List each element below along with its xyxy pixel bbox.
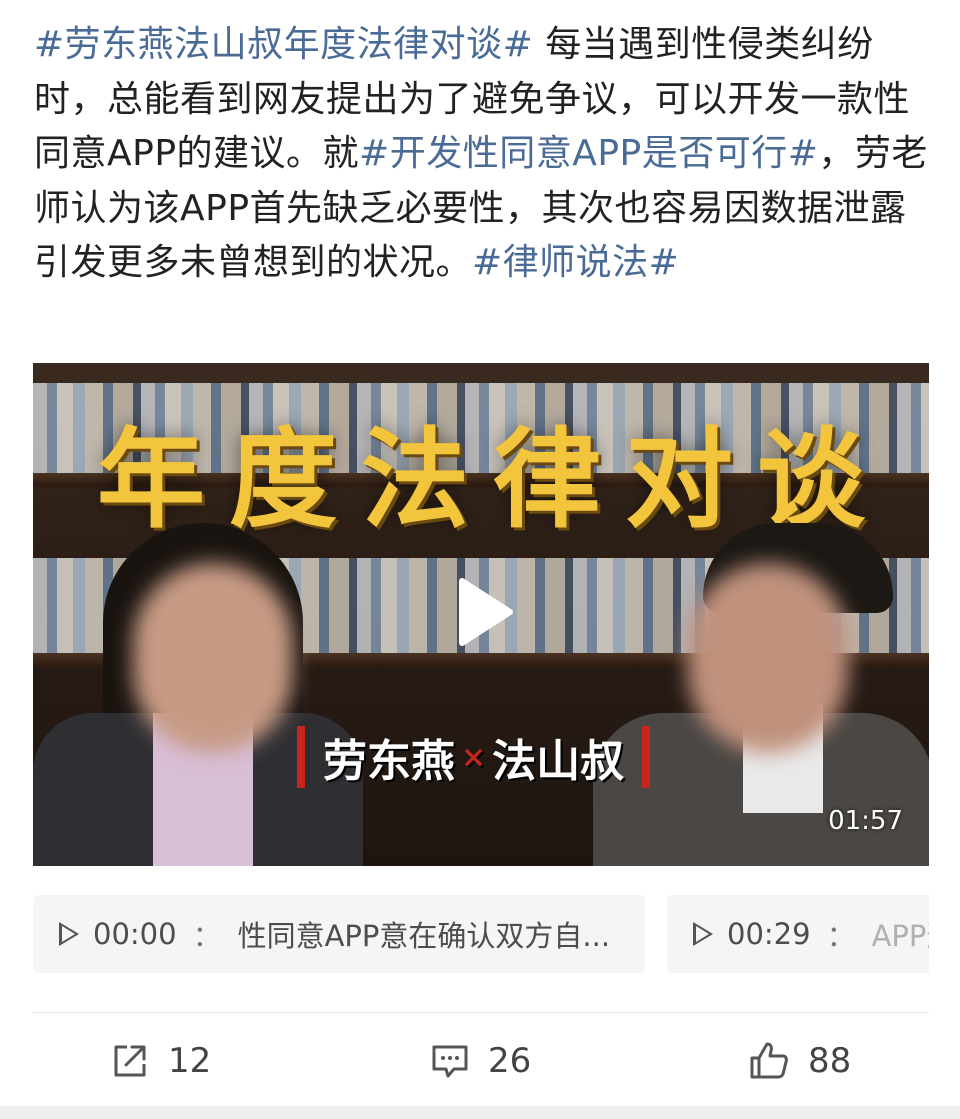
chapter-time: 00:29 [727,917,811,951]
comment-button[interactable]: 26 [430,1030,531,1092]
guest-left [33,513,363,866]
share-button[interactable]: 12 [110,1030,211,1092]
play-triangle-icon [693,922,713,946]
play-triangle-icon [59,922,79,946]
hashtag-lawyer-talk[interactable]: #律师说法# [472,242,679,283]
bottom-strip [0,1106,960,1119]
video-player[interactable]: 年度法律对谈 劳东燕 × 法山叔 01:57 [33,363,929,866]
hashtag-annual-talk[interactable]: #劳东燕法山叔年度法律对谈# [34,24,533,65]
share-icon [114,1045,146,1077]
chapter-description: 性同意APP意在确认双方自... [237,919,611,953]
guest-names-banner: 劳东燕 × 法山叔 [297,726,651,788]
chapter-item[interactable]: 00:29 ： APP这 [667,895,929,973]
chapter-time: 00:00 [93,917,177,951]
like-count: 88 [808,1041,852,1081]
chapter-separator: ： [192,919,222,953]
post-text: #劳东燕法山叔年度法律对谈# 每当遇到性侵类纠纷时，总能看到网友提出为了避免争议… [34,18,934,291]
guest-name-right: 法山叔 [492,736,625,787]
chapter-list: 00:00 ： 性同意APP意在确认双方自... 00:29 ： APP这 [33,895,929,973]
action-bar: 12 26 88 [0,1030,960,1092]
thumbs-up-icon [750,1042,788,1079]
video-duration: 01:57 [828,806,903,836]
comment-count: 26 [488,1041,532,1081]
share-count: 12 [168,1041,212,1081]
like-button[interactable]: 88 [748,1030,851,1092]
comment-icon [432,1045,468,1078]
names-separator: × [461,739,487,775]
play-icon[interactable] [454,577,514,647]
chapter-separator: ： [826,919,856,953]
blurred-face [133,563,293,753]
blurred-face [688,563,848,753]
guest-name-left: 劳东燕 [323,736,455,787]
chapter-item[interactable]: 00:00 ： 性同意APP意在确认双方自... [33,895,645,973]
divider [33,1012,929,1013]
hashtag-consent-app[interactable]: #开发性同意APP是否可行# [359,133,818,174]
chapter-description: APP这 [871,919,929,953]
